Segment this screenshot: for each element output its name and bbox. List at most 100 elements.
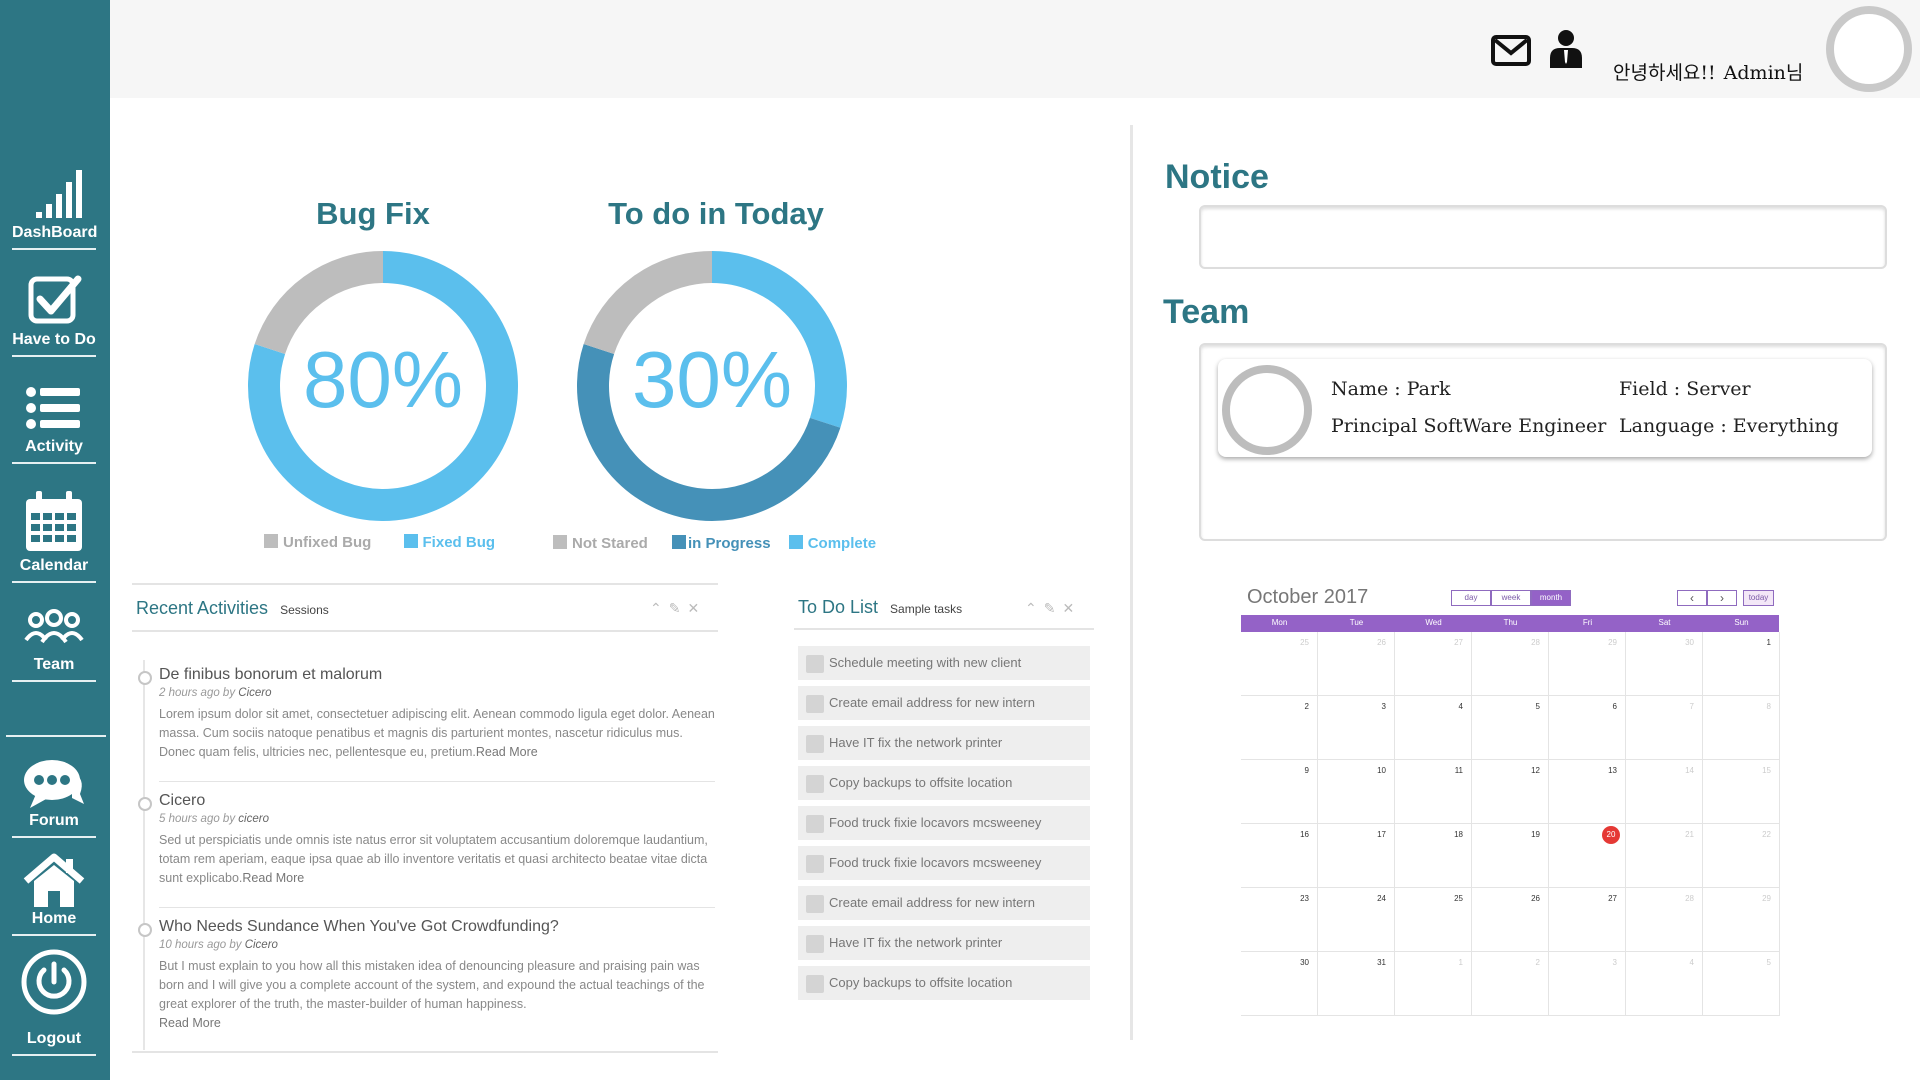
todo-checkbox[interactable] (806, 975, 824, 993)
calendar-day-cell[interactable]: 15 (1703, 760, 1780, 824)
activity-meta: 10 hours ago by Cicero (159, 939, 719, 951)
calendar-day-cell[interactable]: 11 (1395, 760, 1472, 824)
calendar-day-number: 25 (1454, 894, 1463, 903)
calendar-day-cell[interactable]: 14 (1626, 760, 1703, 824)
read-more-link[interactable]: Read More (476, 745, 538, 759)
todo-item[interactable]: Copy backups to offsite location (798, 966, 1090, 1000)
calendar-day-cell[interactable]: 26 (1472, 888, 1549, 952)
todo-checkbox[interactable] (806, 895, 824, 913)
read-more-link[interactable]: Read More (159, 1016, 221, 1030)
team-member-card[interactable] (1218, 359, 1872, 457)
calendar-day-cell[interactable]: 27 (1549, 888, 1626, 952)
activity-title[interactable]: Cicero (159, 792, 719, 810)
calendar-day-cell[interactable]: 28 (1472, 632, 1549, 696)
activity-author: Cicero (238, 687, 272, 699)
calendar-day-cell[interactable]: 10 (1318, 760, 1395, 824)
calendar-day-cell[interactable]: 16 (1241, 824, 1318, 888)
user-icon[interactable] (1548, 28, 1584, 70)
calendar-day-cell[interactable]: 2 (1241, 696, 1318, 760)
todo-item[interactable]: Food truck fixie locavors mcsweeney (798, 846, 1090, 880)
todo-checkbox[interactable] (806, 855, 824, 873)
calendar-day-cell[interactable]: 31 (1318, 952, 1395, 1016)
calendar-day-cell[interactable]: 7 (1626, 696, 1703, 760)
todo-checkbox[interactable] (806, 775, 824, 793)
nav-team-label: Team (33, 656, 75, 673)
calendar-day-number: 1 (1766, 638, 1771, 647)
calendar-day-cell[interactable]: 4 (1395, 696, 1472, 760)
calendar-day-cell[interactable]: 28 (1626, 888, 1703, 952)
read-more-link[interactable]: Read More (242, 871, 304, 885)
todo-item[interactable]: Create email address for new intern (798, 886, 1090, 920)
close-icon[interactable]: ✕ (687, 600, 706, 616)
todo-item[interactable]: Create email address for new intern (798, 686, 1090, 720)
activity-title[interactable]: De finibus bonorum et malorum (159, 666, 719, 684)
calendar-day-cell[interactable]: 30 (1626, 632, 1703, 696)
nav-forum[interactable]: Forum (12, 748, 96, 838)
todo-checkbox[interactable] (806, 655, 824, 673)
calendar-day-cell[interactable]: 24 (1318, 888, 1395, 952)
nav-dashboard[interactable]: DashBoard (12, 158, 97, 250)
calendar-day-cell[interactable]: 2 (1472, 952, 1549, 1016)
todo-checkbox[interactable] (806, 935, 824, 953)
calendar-day-cell[interactable]: 13 (1549, 760, 1626, 824)
calendar-day-cell[interactable]: 25 (1395, 888, 1472, 952)
calendar-day-cell[interactable]: 26 (1318, 632, 1395, 696)
calendar-day-cell[interactable]: 3 (1549, 952, 1626, 1016)
todo-checkbox[interactable] (806, 735, 824, 753)
calendar-day-cell[interactable]: 19 (1472, 824, 1549, 888)
todo-item[interactable]: Have IT fix the network printer (798, 726, 1090, 760)
avatar[interactable] (1826, 6, 1912, 92)
calendar-day-cell[interactable]: 21 (1626, 824, 1703, 888)
nav-calendar[interactable]: Calendar (12, 483, 96, 583)
calendar-day-cell[interactable]: 29 (1549, 632, 1626, 696)
nav-activity[interactable]: Activity (12, 372, 96, 464)
collapse-icon[interactable]: ⌃ (1025, 600, 1044, 616)
calendar-grid: 25 26 27 28 29 30 1 2 3 4 5 6 7 8 9 10 11 12 13 14 15 16 17 18 1… (1241, 632, 1780, 1016)
calendar-day-cell[interactable]: 6 (1549, 696, 1626, 760)
calendar-day-cell[interactable]: 29 (1703, 888, 1780, 952)
calendar-day-number: 18 (1454, 830, 1463, 839)
calendar-day-cell[interactable]: 18 (1395, 824, 1472, 888)
calendar-day-cell[interactable]: 30 (1241, 952, 1318, 1016)
calendar-day-number: 16 (1300, 830, 1309, 839)
view-week-button[interactable]: week (1491, 590, 1531, 606)
activity-title[interactable]: Who Needs Sundance When You've Got Crowd… (159, 918, 719, 936)
calendar-day-cell[interactable]: 25 (1241, 632, 1318, 696)
calendar-day-cell[interactable]: 1 (1703, 632, 1780, 696)
calendar-day-cell[interactable]: 8 (1703, 696, 1780, 760)
calendar-day-cell[interactable]: 3 (1318, 696, 1395, 760)
calendar-day-cell[interactable]: 17 (1318, 824, 1395, 888)
calendar-day-cell[interactable]: 4 (1626, 952, 1703, 1016)
view-month-button[interactable]: month (1531, 590, 1571, 606)
list-icon (26, 387, 80, 429)
legend-not-started: Not Stared (553, 535, 648, 552)
todo-checkbox[interactable] (806, 815, 824, 833)
today-button[interactable]: today (1743, 590, 1774, 606)
calendar-day-cell[interactable]: 23 (1241, 888, 1318, 952)
view-day-button[interactable]: day (1451, 590, 1491, 606)
calendar-day-cell[interactable]: 5 (1472, 696, 1549, 760)
prev-month-button[interactable]: ‹ (1677, 590, 1707, 606)
todo-item[interactable]: Copy backups to offsite location (798, 766, 1090, 800)
calendar-day-cell[interactable]: 27 (1395, 632, 1472, 696)
close-icon[interactable]: ✕ (1062, 600, 1081, 616)
next-month-button[interactable]: › (1707, 590, 1737, 606)
todo-item[interactable]: Have IT fix the network printer (798, 926, 1090, 960)
nav-have-to-do[interactable]: Have to Do (12, 265, 96, 357)
calendar-day-cell[interactable]: 12 (1472, 760, 1549, 824)
mail-icon[interactable] (1490, 34, 1532, 68)
nav-home[interactable]: Home (12, 846, 96, 936)
todo-item[interactable]: Schedule meeting with new client (798, 646, 1090, 680)
collapse-icon[interactable]: ⌃ (650, 600, 669, 616)
nav-logout[interactable]: Logout (12, 946, 96, 1056)
calendar-day-cell[interactable]: 20 (1549, 824, 1626, 888)
nav-team[interactable]: Team (12, 598, 96, 682)
wrench-icon[interactable]: ✎ (1044, 600, 1063, 616)
calendar-day-cell[interactable]: 9 (1241, 760, 1318, 824)
wrench-icon[interactable]: ✎ (669, 600, 688, 616)
todo-item[interactable]: Food truck fixie locavors mcsweeney (798, 806, 1090, 840)
calendar-day-cell[interactable]: 1 (1395, 952, 1472, 1016)
todo-checkbox[interactable] (806, 695, 824, 713)
calendar-day-cell[interactable]: 22 (1703, 824, 1780, 888)
calendar-day-cell[interactable]: 5 (1703, 952, 1780, 1016)
